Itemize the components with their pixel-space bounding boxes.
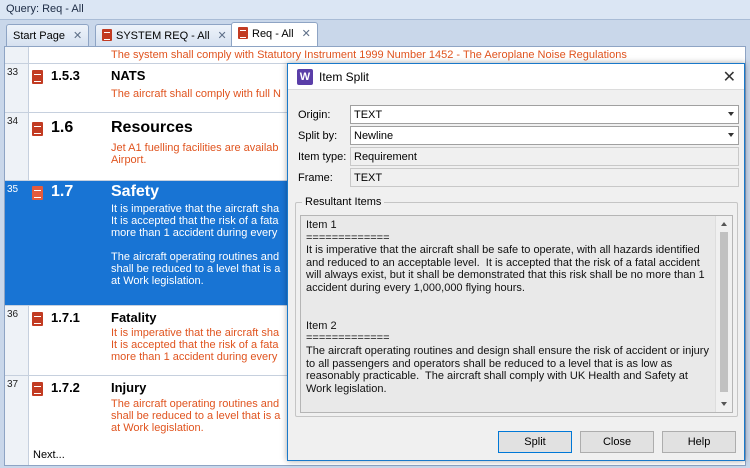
requirement-text: The aircraft operating routines and shal… bbox=[111, 398, 281, 434]
requirement-text: Jet A1 fuelling facilities are availab A… bbox=[111, 142, 279, 166]
split-by-label: Split by: bbox=[298, 130, 338, 142]
help-button[interactable]: Help bbox=[662, 431, 736, 453]
tab-label: Start Page bbox=[13, 30, 65, 42]
item-split-dialog: W Item Split ✕ Origin: TEXT Split by: Ne… bbox=[287, 63, 745, 461]
table-row[interactable]: The system shall comply with Statutory I… bbox=[5, 47, 745, 64]
dialog-title: Item Split bbox=[319, 70, 370, 84]
tab-start-page[interactable]: Start Page ✕ bbox=[6, 24, 90, 46]
split-by-select[interactable]: Newline bbox=[350, 126, 739, 145]
origin-value: TEXT bbox=[354, 109, 383, 121]
requirement-icon bbox=[32, 122, 43, 136]
scroll-down-icon[interactable] bbox=[721, 402, 727, 406]
resultant-items-text: Item 1 ============= It is imperative th… bbox=[306, 219, 709, 395]
row-number: 36 bbox=[7, 309, 19, 320]
document-icon bbox=[238, 27, 248, 39]
requirement-text: The aircraft shall comply with full N bbox=[111, 88, 281, 100]
row-number: 37 bbox=[7, 379, 19, 390]
chevron-down-icon bbox=[728, 133, 734, 137]
dialog-title-bar: W Item Split ✕ bbox=[288, 64, 744, 90]
requirement-text: It is imperative that the aircraft sha I… bbox=[111, 327, 280, 363]
tab-label: SYSTEM REQ - All bbox=[116, 30, 210, 42]
item-number: 1.7.2 bbox=[51, 380, 80, 395]
row-number: 35 bbox=[7, 184, 19, 195]
chevron-down-icon bbox=[728, 112, 734, 116]
row-number: 34 bbox=[7, 116, 19, 127]
frame-value: TEXT bbox=[354, 172, 383, 184]
app-icon: W bbox=[297, 69, 313, 85]
requirement-icon bbox=[32, 382, 43, 396]
window-title: Query: Req - All bbox=[0, 0, 750, 20]
vertical-scrollbar[interactable] bbox=[715, 216, 732, 412]
row-number: 33 bbox=[7, 67, 19, 78]
item-number: 1.7 bbox=[51, 183, 74, 200]
resultant-items-group: Resultant Items Item 1 ============= It … bbox=[295, 196, 738, 417]
requirement-icon bbox=[32, 186, 43, 200]
item-heading: Safety bbox=[111, 183, 160, 200]
requirement-icon bbox=[32, 312, 43, 326]
tab-label: Req - All bbox=[252, 28, 294, 40]
item-heading: Injury bbox=[111, 380, 147, 395]
item-number: 1.5.3 bbox=[51, 68, 80, 83]
next-link[interactable]: Next... bbox=[33, 449, 65, 461]
document-icon bbox=[102, 29, 112, 41]
close-icon[interactable]: ✕ bbox=[723, 67, 736, 87]
item-type-field: Requirement bbox=[350, 147, 739, 166]
group-label: Resultant Items bbox=[302, 196, 385, 208]
item-heading: Resources bbox=[111, 119, 193, 136]
requirement-text: It is imperative that the aircraft sha I… bbox=[111, 203, 281, 287]
item-type-value: Requirement bbox=[354, 151, 417, 163]
tab-system-req-all[interactable]: SYSTEM REQ - All ✕ bbox=[95, 24, 234, 46]
close-tab-icon[interactable]: ✕ bbox=[73, 30, 82, 42]
close-tab-icon[interactable]: ✕ bbox=[218, 30, 227, 42]
resultant-items-textarea[interactable]: Item 1 ============= It is imperative th… bbox=[300, 215, 733, 413]
tab-req-all[interactable]: Req - All ✕ bbox=[231, 22, 318, 47]
frame-label: Frame: bbox=[298, 172, 333, 184]
close-tab-icon[interactable]: ✕ bbox=[302, 28, 311, 40]
item-number: 1.7.1 bbox=[51, 310, 80, 325]
item-type-label: Item type: bbox=[298, 151, 347, 163]
requirement-icon bbox=[32, 70, 43, 84]
scroll-thumb[interactable] bbox=[720, 232, 728, 392]
scroll-up-icon[interactable] bbox=[721, 222, 727, 226]
split-button[interactable]: Split bbox=[498, 431, 572, 453]
item-heading: Fatality bbox=[111, 310, 157, 325]
item-number: 1.6 bbox=[51, 119, 74, 136]
item-heading: NATS bbox=[111, 68, 146, 83]
requirement-text: The system shall comply with Statutory I… bbox=[111, 49, 627, 61]
split-by-value: Newline bbox=[354, 130, 394, 142]
frame-field: TEXT bbox=[350, 168, 739, 187]
close-button[interactable]: Close bbox=[580, 431, 654, 453]
origin-label: Origin: bbox=[298, 109, 331, 121]
tab-bar: Start Page ✕ SYSTEM REQ - All ✕ Req - All ✕ bbox=[0, 20, 750, 47]
origin-select[interactable]: TEXT bbox=[350, 105, 739, 124]
